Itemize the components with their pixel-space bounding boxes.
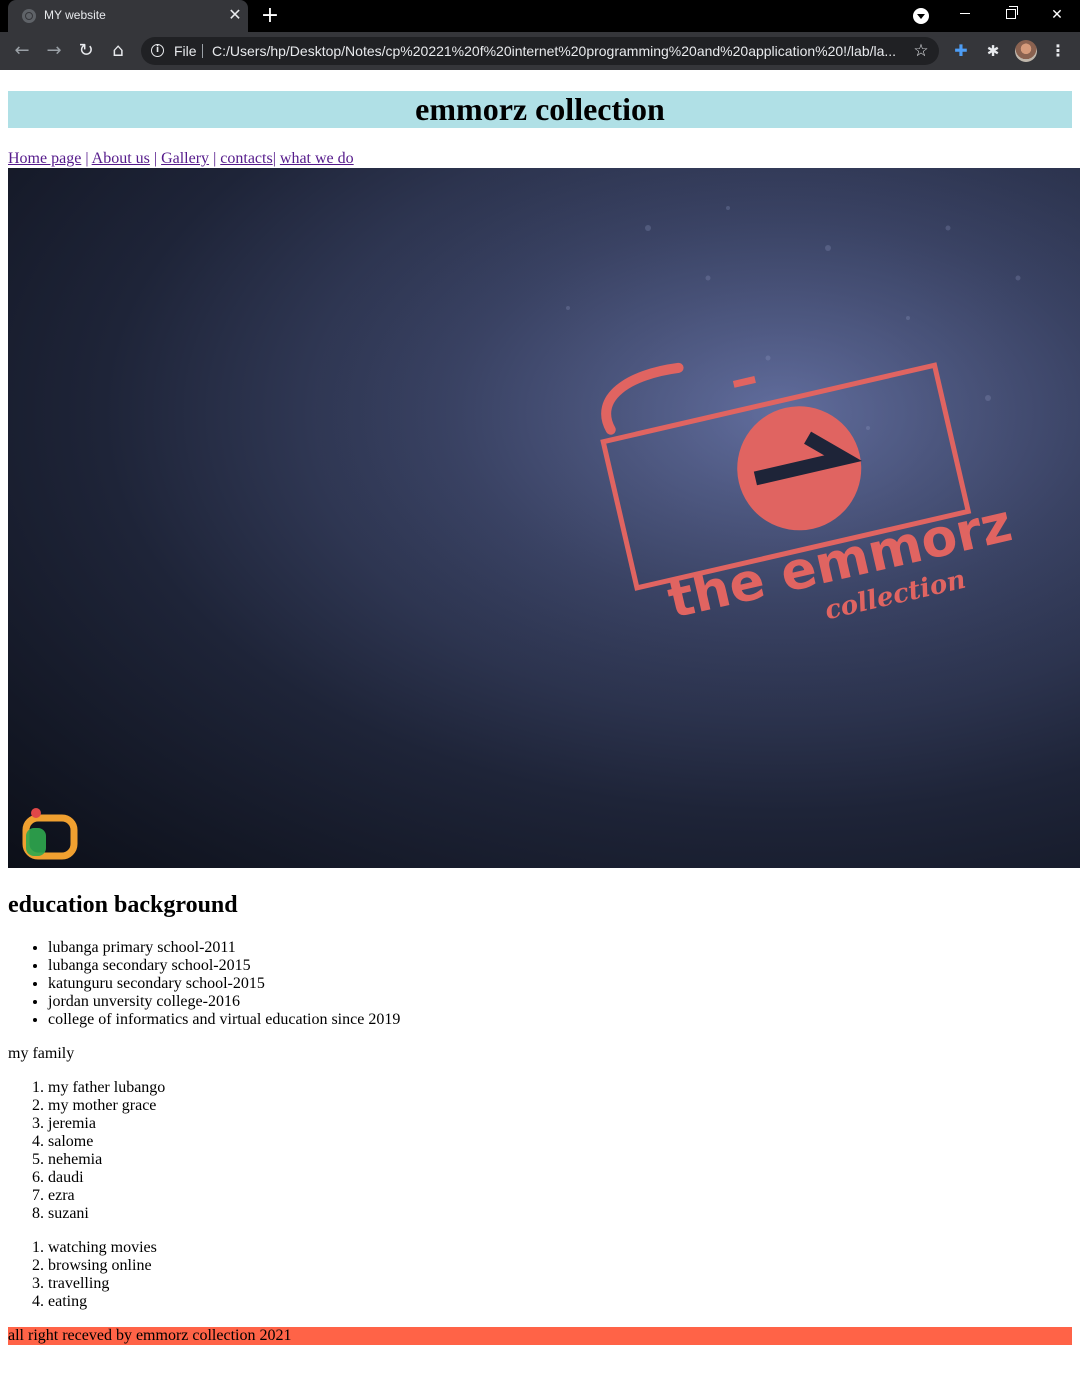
extension-icon[interactable]: ✚ [952, 42, 970, 60]
family-label: my family [8, 1045, 75, 1062]
web-page: emmorz collection Home page | About us |… [0, 70, 1080, 1373]
minimize-button[interactable] [942, 0, 988, 32]
tab-search-icon[interactable] [913, 8, 929, 24]
browser-tab-strip: MY website ✕ + ✕ [0, 0, 1080, 32]
info-icon[interactable]: i [151, 44, 164, 57]
footer: all right receved by emmorz collection 2… [8, 1327, 1072, 1345]
emmorz-logo-image: the emmorz collection [8, 168, 1080, 868]
tab-title: MY website [44, 8, 106, 22]
list-item: nehemia [48, 1151, 165, 1169]
nav-link-home[interactable]: Home page [8, 150, 81, 167]
puzzle-icon[interactable]: ✱ [984, 42, 1002, 60]
close-window-button[interactable]: ✕ [1034, 0, 1080, 32]
new-tab-button[interactable]: + [258, 4, 282, 28]
site-header: emmorz collection [8, 91, 1072, 128]
avatar[interactable] [1015, 40, 1037, 62]
nav-bar: Home page | About us | Gallery | contact… [8, 150, 354, 167]
close-tab-icon[interactable]: ✕ [226, 6, 244, 24]
list-item: lubanga secondary school-2015 [48, 957, 400, 975]
list-item: salome [48, 1133, 165, 1151]
page-title: emmorz collection [415, 91, 665, 127]
list-item: travelling [48, 1275, 157, 1293]
list-item: jeremia [48, 1115, 165, 1133]
list-item: eating [48, 1293, 157, 1311]
education-heading: education background [8, 892, 238, 918]
restore-button[interactable] [988, 0, 1034, 32]
star-icon[interactable]: ☆ [911, 40, 931, 62]
globe-icon [22, 9, 36, 23]
nav-link-what-we-do[interactable]: what we do [280, 150, 354, 167]
forward-arrow-icon[interactable]: → [42, 39, 66, 63]
nav-link-about[interactable]: About us [92, 150, 150, 167]
scheme-label: File [174, 43, 197, 59]
reload-icon[interactable]: ↻ [74, 39, 98, 63]
nav-link-gallery[interactable]: Gallery [161, 150, 209, 167]
list-item: daudi [48, 1169, 165, 1187]
list-item: suzani [48, 1205, 165, 1223]
home-icon[interactable]: ⌂ [106, 39, 130, 63]
hero-image: the emmorz collection [8, 168, 1080, 868]
nav-link-contacts[interactable]: contacts [220, 150, 272, 167]
list-item: jordan unversity college-2016 [48, 993, 400, 1011]
hobbies-list: watching movies browsing online travelli… [8, 1239, 157, 1311]
list-item: browsing online [48, 1257, 157, 1275]
list-item: watching movies [48, 1239, 157, 1257]
address-divider [202, 44, 203, 58]
list-item: my father lubango [48, 1079, 165, 1097]
list-item: katunguru secondary school-2015 [48, 975, 400, 993]
list-item: my mother grace [48, 1097, 165, 1115]
list-item: college of informatics and virtual educa… [48, 1011, 400, 1029]
back-arrow-icon[interactable]: ← [10, 39, 34, 63]
url-text[interactable]: C:/Users/hp/Desktop/Notes/cp%20221%20f%2… [212, 43, 902, 59]
list-item: ezra [48, 1187, 165, 1205]
list-item: lubanga primary school-2011 [48, 939, 400, 957]
browser-toolbar: ← → ↻ ⌂ i File C:/Users/hp/Desktop/Notes… [0, 32, 1080, 70]
address-bar[interactable]: i File C:/Users/hp/Desktop/Notes/cp%2022… [141, 37, 939, 65]
family-list: my father lubango my mother grace jeremi… [8, 1079, 165, 1223]
menu-icon[interactable]: ⋮ [1049, 40, 1067, 62]
education-list: lubanga primary school-2011 lubanga seco… [8, 939, 400, 1029]
browser-tab[interactable]: MY website ✕ [8, 0, 248, 32]
